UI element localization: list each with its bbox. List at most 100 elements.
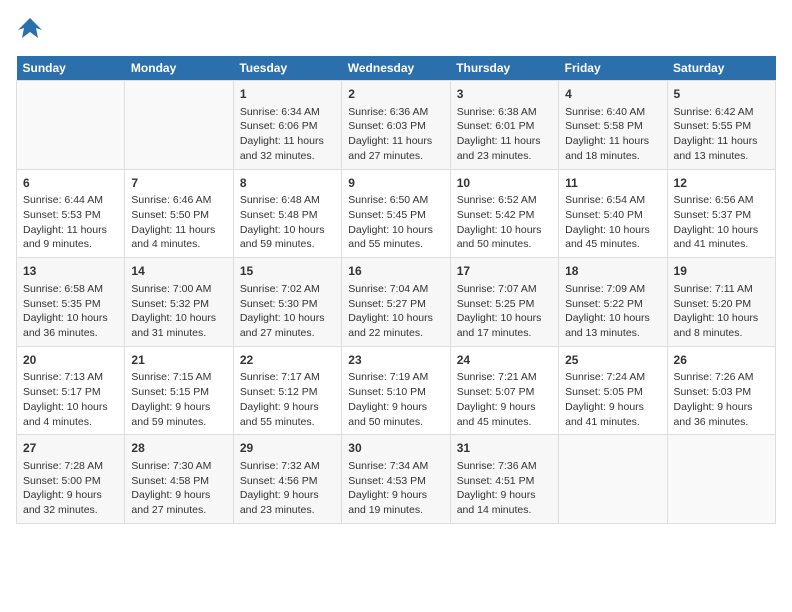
- day-cell: 7Sunrise: 6:46 AM Sunset: 5:50 PM Daylig…: [125, 169, 233, 258]
- day-cell: 8Sunrise: 6:48 AM Sunset: 5:48 PM Daylig…: [233, 169, 341, 258]
- day-number: 18: [565, 263, 660, 280]
- day-number: 12: [674, 175, 769, 192]
- header-cell-friday: Friday: [559, 56, 667, 81]
- day-info: Sunrise: 7:26 AM Sunset: 5:03 PM Dayligh…: [674, 370, 769, 429]
- day-info: Sunrise: 7:32 AM Sunset: 4:56 PM Dayligh…: [240, 459, 335, 518]
- week-row-2: 6Sunrise: 6:44 AM Sunset: 5:53 PM Daylig…: [17, 169, 776, 258]
- day-info: Sunrise: 6:36 AM Sunset: 6:03 PM Dayligh…: [348, 105, 443, 164]
- day-info: Sunrise: 6:50 AM Sunset: 5:45 PM Dayligh…: [348, 193, 443, 252]
- day-cell: 25Sunrise: 7:24 AM Sunset: 5:05 PM Dayli…: [559, 346, 667, 435]
- header-cell-monday: Monday: [125, 56, 233, 81]
- day-cell: 18 Sunrise: 7:09 AM Sunset: 5:22 PM Dayli…: [559, 258, 667, 347]
- day-cell: 5 Sunrise: 6:42 AM Sunset: 5:55 PM Daylig…: [667, 81, 775, 170]
- day-info: Sunrise: 7:02 AM Sunset: 5:30 PM Dayligh…: [240, 282, 335, 341]
- day-cell: 10Sunrise: 6:52 AM Sunset: 5:42 PM Dayli…: [450, 169, 558, 258]
- day-number: 9: [348, 175, 443, 192]
- day-info: Sunrise: 6:48 AM Sunset: 5:48 PM Dayligh…: [240, 193, 335, 252]
- logo: [16, 16, 48, 44]
- day-number: 31: [457, 440, 552, 457]
- day-number: 4: [565, 86, 660, 103]
- day-number: 15: [240, 263, 335, 280]
- day-info: Sunrise: 7:21 AM Sunset: 5:07 PM Dayligh…: [457, 370, 552, 429]
- day-cell: 19 Sunrise: 7:11 AM Sunset: 5:20 PM Dayli…: [667, 258, 775, 347]
- day-number: 30: [348, 440, 443, 457]
- header-cell-sunday: Sunday: [17, 56, 125, 81]
- day-number: 7: [131, 175, 226, 192]
- day-number: 22: [240, 352, 335, 369]
- day-cell: 1 Sunrise: 6:34 AM Sunset: 6:06 PM Daylig…: [233, 81, 341, 170]
- day-number: 21: [131, 352, 226, 369]
- day-cell: [667, 435, 775, 524]
- day-number: 5: [674, 86, 769, 103]
- page-header: [16, 16, 776, 44]
- day-info: Sunrise: 7:00 AM Sunset: 5:32 PM Dayligh…: [131, 282, 226, 341]
- day-info: Sunrise: 7:34 AM Sunset: 4:53 PM Dayligh…: [348, 459, 443, 518]
- day-info: Sunrise: 6:52 AM Sunset: 5:42 PM Dayligh…: [457, 193, 552, 252]
- header-row: SundayMondayTuesdayWednesdayThursdayFrid…: [17, 56, 776, 81]
- week-row-4: 20Sunrise: 7:13 AM Sunset: 5:17 PM Dayli…: [17, 346, 776, 435]
- day-info: Sunrise: 6:42 AM Sunset: 5:55 PM Dayligh…: [674, 105, 769, 164]
- week-row-5: 27 Sunrise: 7:28 AM Sunset: 5:00 PM Dayli…: [17, 435, 776, 524]
- day-cell: 22Sunrise: 7:17 AM Sunset: 5:12 PM Dayli…: [233, 346, 341, 435]
- day-cell: 14 Sunrise: 7:00 AM Sunset: 5:32 PM Dayli…: [125, 258, 233, 347]
- day-number: 28: [131, 440, 226, 457]
- day-info: Sunrise: 7:17 AM Sunset: 5:12 PM Dayligh…: [240, 370, 335, 429]
- day-info: Sunrise: 6:46 AM Sunset: 5:50 PM Dayligh…: [131, 193, 226, 252]
- day-info: Sunrise: 6:58 AM Sunset: 5:35 PM Dayligh…: [23, 282, 118, 341]
- day-number: 23: [348, 352, 443, 369]
- day-number: 24: [457, 352, 552, 369]
- day-number: 13: [23, 263, 118, 280]
- calendar-header: SundayMondayTuesdayWednesdayThursdayFrid…: [17, 56, 776, 81]
- day-number: 25: [565, 352, 660, 369]
- day-info: Sunrise: 7:11 AM Sunset: 5:20 PM Dayligh…: [674, 282, 769, 341]
- day-info: Sunrise: 7:24 AM Sunset: 5:05 PM Dayligh…: [565, 370, 660, 429]
- header-cell-wednesday: Wednesday: [342, 56, 450, 81]
- day-cell: 6Sunrise: 6:44 AM Sunset: 5:53 PM Daylig…: [17, 169, 125, 258]
- day-number: 1: [240, 86, 335, 103]
- calendar-table: SundayMondayTuesdayWednesdayThursdayFrid…: [16, 56, 776, 524]
- day-info: Sunrise: 7:15 AM Sunset: 5:15 PM Dayligh…: [131, 370, 226, 429]
- day-number: 8: [240, 175, 335, 192]
- day-number: 11: [565, 175, 660, 192]
- day-cell: 23Sunrise: 7:19 AM Sunset: 5:10 PM Dayli…: [342, 346, 450, 435]
- day-cell: 21Sunrise: 7:15 AM Sunset: 5:15 PM Dayli…: [125, 346, 233, 435]
- day-info: Sunrise: 6:34 AM Sunset: 6:06 PM Dayligh…: [240, 105, 335, 164]
- day-cell: [559, 435, 667, 524]
- day-cell: 27 Sunrise: 7:28 AM Sunset: 5:00 PM Dayli…: [17, 435, 125, 524]
- day-info: Sunrise: 7:13 AM Sunset: 5:17 PM Dayligh…: [23, 370, 118, 429]
- day-cell: 9Sunrise: 6:50 AM Sunset: 5:45 PM Daylig…: [342, 169, 450, 258]
- day-cell: 24Sunrise: 7:21 AM Sunset: 5:07 PM Dayli…: [450, 346, 558, 435]
- header-cell-thursday: Thursday: [450, 56, 558, 81]
- day-info: Sunrise: 7:36 AM Sunset: 4:51 PM Dayligh…: [457, 459, 552, 518]
- day-cell: [125, 81, 233, 170]
- day-cell: 26Sunrise: 7:26 AM Sunset: 5:03 PM Dayli…: [667, 346, 775, 435]
- day-cell: 20Sunrise: 7:13 AM Sunset: 5:17 PM Dayli…: [17, 346, 125, 435]
- day-info: Sunrise: 6:40 AM Sunset: 5:58 PM Dayligh…: [565, 105, 660, 164]
- day-info: Sunrise: 7:28 AM Sunset: 5:00 PM Dayligh…: [23, 459, 118, 518]
- day-number: 26: [674, 352, 769, 369]
- day-cell: [17, 81, 125, 170]
- day-info: Sunrise: 6:38 AM Sunset: 6:01 PM Dayligh…: [457, 105, 552, 164]
- day-info: Sunrise: 6:56 AM Sunset: 5:37 PM Dayligh…: [674, 193, 769, 252]
- day-cell: 13 Sunrise: 6:58 AM Sunset: 5:35 PM Dayli…: [17, 258, 125, 347]
- day-number: 20: [23, 352, 118, 369]
- day-number: 3: [457, 86, 552, 103]
- day-number: 2: [348, 86, 443, 103]
- day-number: 10: [457, 175, 552, 192]
- day-number: 27: [23, 440, 118, 457]
- day-info: Sunrise: 7:09 AM Sunset: 5:22 PM Dayligh…: [565, 282, 660, 341]
- header-cell-saturday: Saturday: [667, 56, 775, 81]
- day-cell: 30 Sunrise: 7:34 AM Sunset: 4:53 PM Dayli…: [342, 435, 450, 524]
- day-number: 16: [348, 263, 443, 280]
- day-cell: 11Sunrise: 6:54 AM Sunset: 5:40 PM Dayli…: [559, 169, 667, 258]
- week-row-3: 13 Sunrise: 6:58 AM Sunset: 5:35 PM Dayli…: [17, 258, 776, 347]
- day-number: 19: [674, 263, 769, 280]
- day-cell: 28Sunrise: 7:30 AM Sunset: 4:58 PM Dayli…: [125, 435, 233, 524]
- day-info: Sunrise: 6:44 AM Sunset: 5:53 PM Dayligh…: [23, 193, 118, 252]
- day-number: 14: [131, 263, 226, 280]
- day-number: 29: [240, 440, 335, 457]
- logo-icon: [16, 16, 44, 44]
- week-row-1: 1 Sunrise: 6:34 AM Sunset: 6:06 PM Daylig…: [17, 81, 776, 170]
- day-number: 17: [457, 263, 552, 280]
- calendar-body: 1 Sunrise: 6:34 AM Sunset: 6:06 PM Daylig…: [17, 81, 776, 524]
